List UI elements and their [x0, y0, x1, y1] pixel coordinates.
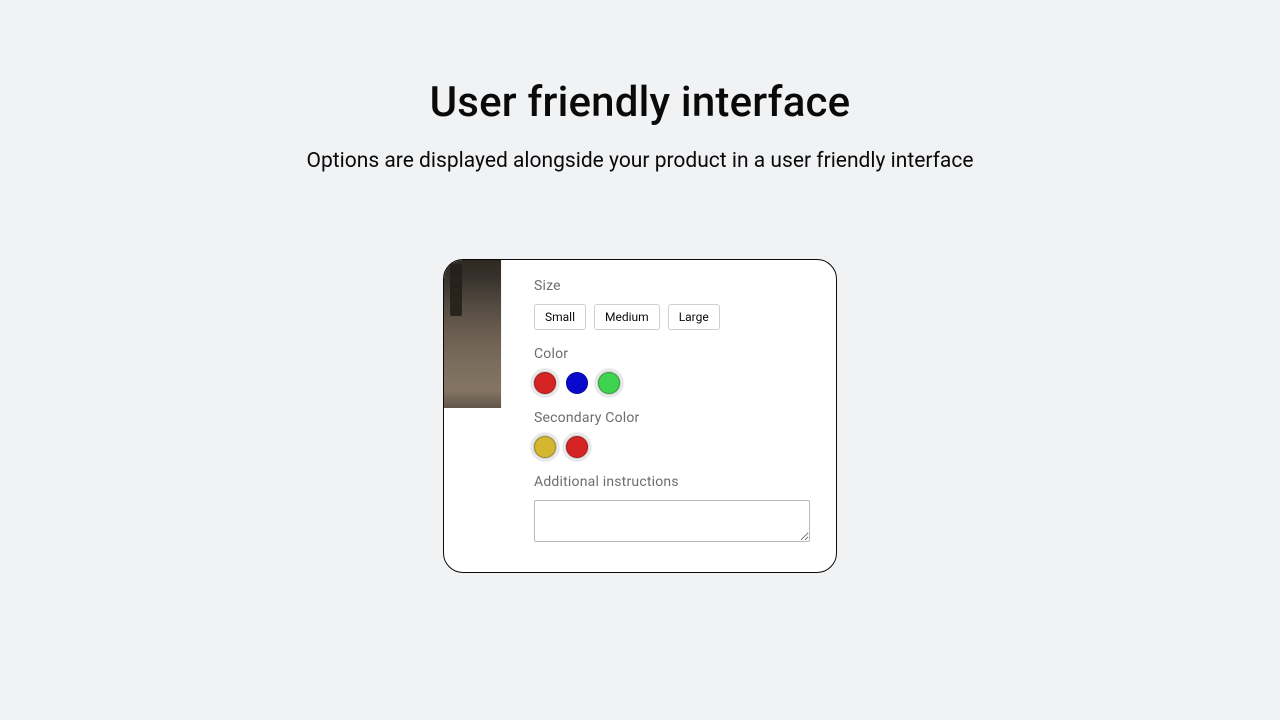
- page-title: User friendly interface: [430, 78, 851, 127]
- color-swatches: [534, 372, 812, 394]
- size-option-small[interactable]: Small: [534, 304, 586, 330]
- size-option-medium[interactable]: Medium: [594, 304, 660, 330]
- size-label: Size: [534, 278, 812, 294]
- secondary-color-group: Secondary Color: [534, 410, 812, 458]
- color-swatch-green[interactable]: [598, 372, 620, 394]
- instructions-label: Additional instructions: [534, 474, 812, 490]
- secondary-swatch-gold[interactable]: [534, 436, 556, 458]
- options-panel: Size Small Medium Large Color Secondary …: [502, 260, 836, 572]
- secondary-color-label: Secondary Color: [534, 410, 812, 426]
- color-swatch-red[interactable]: [534, 372, 556, 394]
- color-group: Color: [534, 346, 812, 394]
- instructions-input[interactable]: [534, 500, 810, 542]
- secondary-swatch-red[interactable]: [566, 436, 588, 458]
- size-group: Size Small Medium Large: [534, 278, 812, 330]
- instructions-group: Additional instructions: [534, 474, 812, 546]
- color-label: Color: [534, 346, 812, 362]
- product-options-card: Size Small Medium Large Color Secondary …: [443, 259, 837, 573]
- size-choices: Small Medium Large: [534, 304, 812, 330]
- size-option-large[interactable]: Large: [668, 304, 720, 330]
- secondary-color-swatches: [534, 436, 812, 458]
- page-subtitle: Options are displayed alongside your pro…: [307, 149, 974, 173]
- product-image: [444, 260, 502, 408]
- color-swatch-blue[interactable]: [566, 372, 588, 394]
